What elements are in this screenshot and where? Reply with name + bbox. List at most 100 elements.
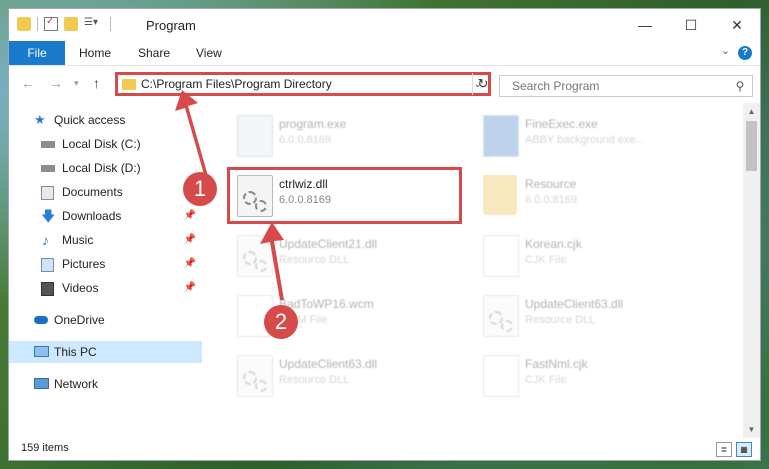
status-bar: 159 items ≣ ▦ <box>9 438 760 460</box>
file-item[interactable]: UpdateClient63.dll Resource DLL <box>229 349 459 401</box>
address-bar[interactable]: C:\Program Files\Program Directory ⌄ <box>115 72 491 96</box>
pin-icon[interactable]: 📌 <box>184 205 196 227</box>
file-name: FastNml.cjk <box>525 357 588 371</box>
tab-share[interactable]: Share <box>138 41 170 65</box>
sidebar-item-label: This PC <box>54 345 97 359</box>
dll-file-icon <box>237 235 273 277</box>
sidebar-item-label: OneDrive <box>54 313 105 327</box>
pictures-icon <box>41 258 54 272</box>
tab-home[interactable]: Home <box>79 41 111 65</box>
navigation-bar: ← → ▾ ↑ C:\Program Files\Program Directo… <box>9 66 760 102</box>
sidebar-item-music[interactable]: ♪ Music 📌 <box>9 229 202 251</box>
sidebar-item-local-disk-c[interactable]: Local Disk (C:) <box>9 133 202 155</box>
folder-icon <box>122 78 136 90</box>
sidebar-item-label: Pictures <box>62 257 106 271</box>
sidebar-item-pictures[interactable]: Pictures 📌 <box>9 253 202 275</box>
scroll-thumb[interactable] <box>746 121 757 171</box>
expand-ribbon-icon[interactable]: ⌄ <box>721 44 730 57</box>
tab-file[interactable]: File <box>9 41 65 65</box>
sidebar-item-network[interactable]: Network <box>9 373 202 395</box>
file-detail: Resource DLL <box>279 254 350 266</box>
search-icon[interactable]: ⚲ <box>728 79 752 93</box>
file-item[interactable]: FastNml.cjk CJK File <box>475 349 705 401</box>
sidebar-item-label: Downloads <box>62 209 122 223</box>
folder-icon <box>17 17 31 31</box>
pin-icon[interactable]: 📌 <box>184 277 196 299</box>
drive-icon <box>41 141 55 148</box>
star-icon: ★ <box>34 112 46 127</box>
file-name: program.exe <box>279 117 347 131</box>
file-name: UpdateClient63.dll <box>525 297 624 311</box>
file-item[interactable]: BadToWP16.wcm WCM File <box>229 289 459 341</box>
file-name: UpdateClient63.dll <box>279 357 378 371</box>
vertical-scrollbar[interactable]: ▲ ▼ <box>743 103 760 438</box>
forward-arrow-icon[interactable]: → <box>49 75 63 91</box>
recent-locations-icon[interactable]: ▾ <box>74 78 79 89</box>
file-item[interactable]: UpdateClient21.dll Resource DLL <box>229 229 459 281</box>
sidebar-item-quick-access[interactable]: ★ Quick access <box>9 109 202 131</box>
sidebar-item-onedrive[interactable]: OneDrive <box>9 309 202 331</box>
file-icon <box>483 355 519 397</box>
download-icon: 🡇 <box>41 208 56 224</box>
file-name: UpdateClient21.dll <box>279 237 378 251</box>
scroll-down-icon[interactable]: ▼ <box>743 425 760 434</box>
help-icon[interactable]: ? <box>738 46 752 60</box>
search-box[interactable]: ⚲ <box>499 75 753 97</box>
customize-toolbar-icon[interactable]: ☰▾ <box>84 17 104 31</box>
file-item[interactable]: program.exe 6.0.0.8169 <box>229 109 459 161</box>
divider <box>110 17 111 31</box>
sidebar-item-documents[interactable]: Documents 📌 <box>9 181 202 203</box>
refresh-icon[interactable]: ↻ <box>472 73 493 95</box>
file-name: FineExec.exe <box>525 117 598 131</box>
folder-item[interactable]: Resource 6.0.0.8169 <box>475 169 705 221</box>
file-list: program.exe 6.0.0.8169 FineExec.exe ABBY… <box>205 103 742 438</box>
sidebar-item-label: Videos <box>62 281 99 295</box>
pin-icon[interactable]: 📌 <box>184 229 196 251</box>
cloud-icon <box>34 316 48 324</box>
tab-view[interactable]: View <box>196 41 222 65</box>
file-item-ctrlwiz[interactable]: ctrlwiz.dll 6.0.0.8169 <box>229 169 459 221</box>
sidebar-item-videos[interactable]: Videos 📌 <box>9 277 202 299</box>
music-icon: ♪ <box>42 232 49 248</box>
callout-1: 1 <box>183 172 217 206</box>
up-arrow-icon[interactable]: ↑ <box>93 75 100 91</box>
details-view-icon[interactable]: ≣ <box>716 442 732 457</box>
file-detail: 6.0.0.8169 <box>279 194 331 206</box>
file-detail: 6.0.0.8169 <box>279 134 331 146</box>
drive-icon <box>41 165 55 172</box>
sidebar-item-label: Network <box>54 377 99 391</box>
minimize-button[interactable]: — <box>622 9 668 41</box>
search-input[interactable] <box>510 78 728 94</box>
close-button[interactable]: ✕ <box>714 9 760 41</box>
back-arrow-icon[interactable]: ← <box>21 75 35 91</box>
address-path[interactable]: C:\Program Files\Program Directory <box>141 77 474 91</box>
sidebar-item-this-pc[interactable]: This PC <box>9 341 202 363</box>
file-detail: CJK File <box>525 254 567 266</box>
videos-icon <box>41 282 54 296</box>
explorer-window: ☰▾ Program — ☐ ✕ File Home Share View ⌄ … <box>8 8 761 461</box>
file-item[interactable]: Korean.cjk CJK File <box>475 229 705 281</box>
file-item[interactable]: UpdateClient63.dll Resource DLL <box>475 289 705 341</box>
sidebar-item-label: Local Disk (C:) <box>62 137 141 151</box>
documents-icon <box>41 186 54 200</box>
ribbon-tabs: File Home Share View ⌄ ? <box>9 41 760 66</box>
divider <box>37 17 38 31</box>
sidebar-item-local-disk-d[interactable]: Local Disk (D:) <box>9 157 202 179</box>
dll-file-icon <box>237 175 273 217</box>
file-icon <box>483 235 519 277</box>
new-folder-icon[interactable] <box>64 17 78 31</box>
scroll-up-icon[interactable]: ▲ <box>743 107 760 116</box>
exe-file-icon <box>237 115 273 157</box>
file-name: Resource <box>525 177 577 191</box>
callout-2: 2 <box>264 305 298 339</box>
sidebar-item-downloads[interactable]: 🡇 Downloads 📌 <box>9 205 202 227</box>
file-name: BadToWP16.wcm <box>279 297 374 311</box>
properties-icon[interactable] <box>44 16 58 31</box>
large-icons-view-icon[interactable]: ▦ <box>736 442 752 457</box>
maximize-button[interactable]: ☐ <box>668 9 714 41</box>
computer-icon <box>34 346 49 357</box>
file-item[interactable]: FineExec.exe ABBY background exe... <box>475 109 705 161</box>
pin-icon[interactable]: 📌 <box>184 253 196 275</box>
file-name: Korean.cjk <box>525 237 582 251</box>
file-detail: Resource DLL <box>279 374 350 386</box>
